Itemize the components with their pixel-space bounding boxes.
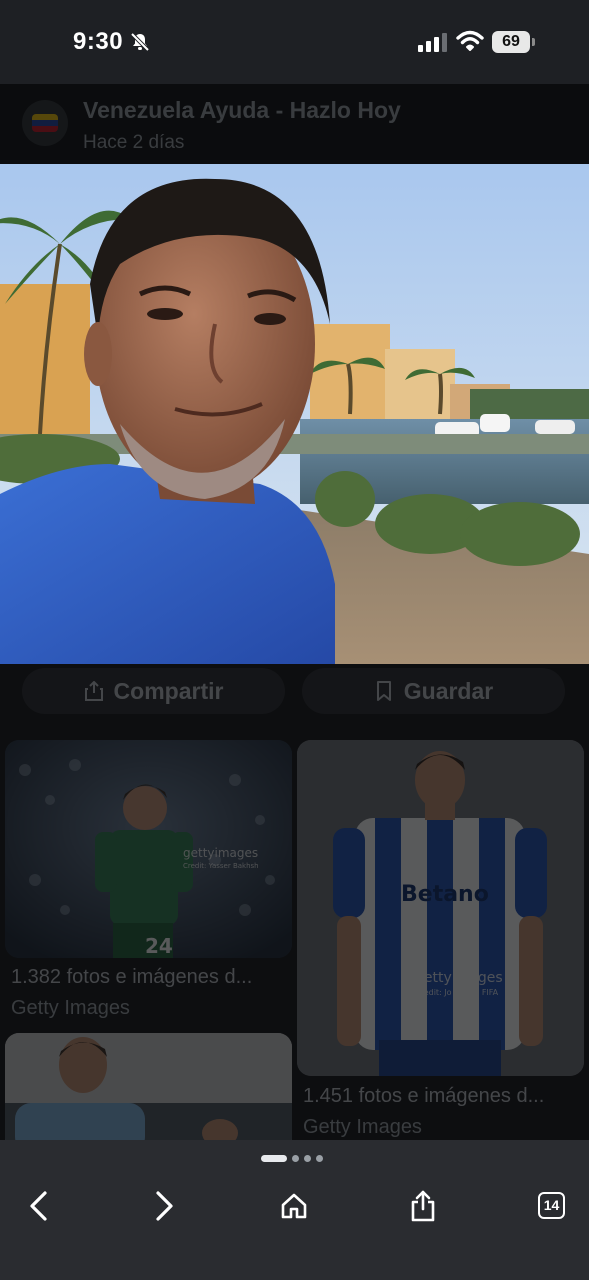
related-image-3-photo xyxy=(5,1033,292,1153)
related-image-2-photo xyxy=(297,740,584,1076)
related-image-2-caption[interactable]: 1.451 fotos e imágenes d... xyxy=(303,1085,544,1108)
page-dot-active xyxy=(261,1154,287,1162)
source-title[interactable]: Venezuela Ayuda - Hazlo Hoy xyxy=(83,97,401,124)
back-button[interactable] xyxy=(18,1186,58,1226)
battery-cap xyxy=(532,38,535,46)
related-image-1-source: Getty Images xyxy=(11,997,130,1019)
main-image-photo xyxy=(0,164,589,664)
share-icon xyxy=(84,681,103,701)
signal-icon xyxy=(418,33,447,52)
save-label: Guardar xyxy=(403,677,494,704)
related-image-1-caption[interactable]: 1.382 fotos e imágenes d... xyxy=(11,966,252,989)
source-time: Hace 2 días xyxy=(83,132,185,153)
save-button[interactable]: Guardar xyxy=(302,668,565,714)
home-icon xyxy=(281,1193,307,1219)
related-image-2-source: Getty Images xyxy=(303,1116,422,1138)
related-image-2[interactable]: Betano gettyimages Credit: Jo Bello - FI… xyxy=(297,740,584,1076)
related-image-1[interactable]: gettyimages Credit: Yasser Bakhsh 24 xyxy=(5,740,292,958)
wifi-icon xyxy=(456,30,484,51)
share-page-button[interactable] xyxy=(403,1186,443,1226)
share-label: Compartir xyxy=(113,677,224,704)
related-image-2-jersey-text: Betano xyxy=(401,882,489,907)
bookmark-icon xyxy=(376,681,391,701)
page-dot xyxy=(316,1154,323,1162)
related-image-1-jersey-number: 24 xyxy=(145,934,173,958)
related-image-1-credit: Credit: Yasser Bakhsh xyxy=(183,862,259,870)
related-image-3[interactable] xyxy=(5,1033,292,1153)
chevron-left-icon xyxy=(30,1191,47,1221)
bell-off-icon xyxy=(130,32,150,52)
source-avatar[interactable] xyxy=(22,100,68,146)
tabs-button[interactable]: 14 xyxy=(538,1192,565,1219)
related-image-2-credit: Credit: Jo Bello - FIFA xyxy=(415,988,499,997)
share-icon xyxy=(411,1190,435,1222)
related-image-2-watermark: gettyimages xyxy=(415,970,503,986)
home-button[interactable] xyxy=(274,1186,314,1226)
venezuela-flag-icon xyxy=(32,114,58,132)
forward-button[interactable] xyxy=(145,1186,185,1226)
page-indicator xyxy=(261,1154,323,1162)
chevron-right-icon xyxy=(156,1191,173,1221)
related-image-1-watermark: gettyimages xyxy=(183,846,259,860)
status-bar: 9:30 69 xyxy=(0,0,589,84)
share-button[interactable]: Compartir xyxy=(22,668,285,714)
main-image[interactable] xyxy=(0,164,589,664)
image-viewer-page: 9:30 69 Venezuela Ayuda - Hazlo Hoy Hace… xyxy=(0,0,589,1280)
page-dot xyxy=(292,1154,299,1162)
status-time: 9:30 xyxy=(73,28,124,55)
battery-percent: 69 xyxy=(502,33,520,50)
page-dot xyxy=(304,1154,311,1162)
battery-icon: 69 xyxy=(492,31,536,53)
